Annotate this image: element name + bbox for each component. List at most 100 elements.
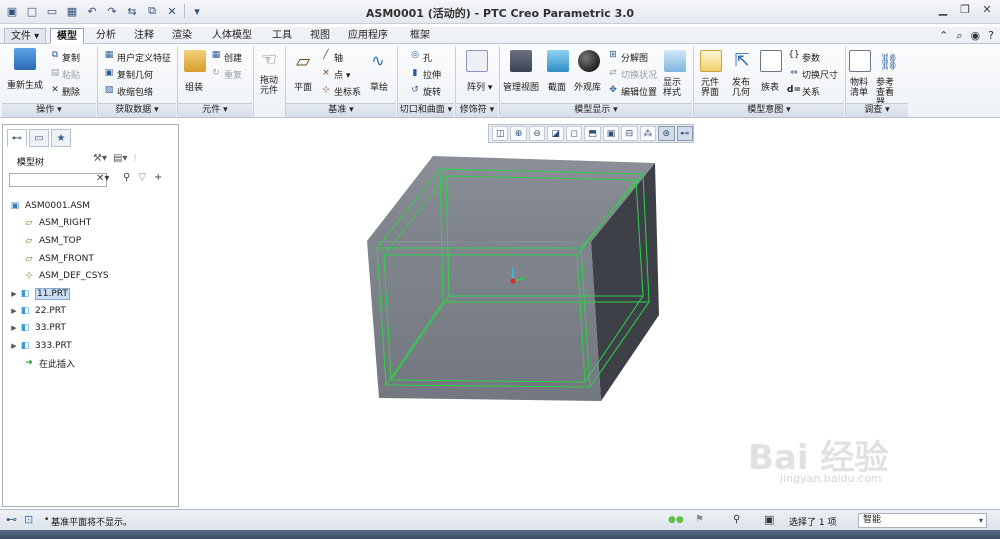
parameters-button[interactable]: 参数 (802, 51, 820, 64)
regenerate-icon[interactable] (14, 48, 36, 70)
tree-item-33-prt[interactable]: ▶ ◧ 33.PRT (9, 321, 66, 335)
group-model-intent[interactable]: 模型意图 ▾ (694, 103, 844, 117)
datum-display-icon[interactable]: ⁂ (639, 126, 657, 141)
tab-view[interactable]: 视图 (304, 28, 336, 44)
collapse-ribbon-icon[interactable]: ⌃ (939, 29, 948, 43)
group-datum[interactable]: 基准 ▾ (286, 103, 396, 117)
group-component[interactable]: 元件 ▾ (178, 103, 252, 117)
axis-button[interactable]: 轴 (334, 51, 343, 64)
selection-filter-select[interactable]: 智能 ▾ (858, 513, 987, 528)
tab-annotate[interactable]: 注释 (128, 28, 160, 44)
extrude-button[interactable]: 拉伸 (423, 68, 441, 81)
publish-geometry-icon[interactable]: ⇱ (731, 48, 753, 72)
component-interface-button[interactable]: 元件界面 (701, 78, 723, 98)
refit-icon[interactable]: ◫ (492, 126, 509, 141)
toggle-browser-icon[interactable]: ⊡ (24, 513, 33, 526)
tree-item-asm-def-csys[interactable]: ⊹ ASM_DEF_CSYS (23, 269, 108, 283)
component-interface-icon[interactable] (700, 50, 722, 72)
switch-dimensions-button[interactable]: 切换尺寸 (802, 68, 838, 81)
hole-button[interactable]: 孔 (423, 51, 432, 64)
tree-item-22-prt[interactable]: ▶ ◧ 22.PRT (9, 304, 66, 318)
plane-button[interactable]: 平面 (294, 80, 312, 93)
drag-components-button[interactable]: 拖动元件 (260, 76, 282, 96)
bom-button[interactable]: 物料清单 (850, 78, 872, 98)
family-table-icon[interactable] (760, 50, 782, 72)
plane-icon[interactable]: ▱ (292, 51, 314, 72)
group-operations[interactable]: 操作 ▾ (2, 103, 96, 117)
bom-icon[interactable] (849, 50, 871, 72)
group-get-data[interactable]: 获取数据 ▾ (98, 103, 176, 117)
perspective-icon[interactable]: ⊟ (621, 126, 638, 141)
sketch-button[interactable]: 草绘 (370, 80, 388, 93)
tab-file[interactable]: 文件 ▾ (4, 28, 47, 44)
copy-geometry-button[interactable]: 复制几何 (117, 68, 153, 81)
tab-framework[interactable]: 框架 (404, 28, 436, 44)
show-icon[interactable]: ▤▾ (113, 153, 127, 164)
group-modifiers[interactable]: 修饰符 ▾ (456, 103, 498, 117)
minimize-icon[interactable]: ▁ (936, 3, 950, 16)
group-cut-surface[interactable]: 切口和曲面 ▾ (398, 103, 454, 117)
tab-model[interactable]: 模型 (50, 28, 84, 44)
appearance-gallery-button[interactable]: 外观库 (574, 80, 601, 93)
csys-button[interactable]: 坐标系 (334, 85, 361, 98)
sketch-icon[interactable]: ∿ (367, 50, 389, 70)
repeat-button[interactable]: 重复 (224, 68, 242, 81)
copy-button[interactable]: 复制 (62, 51, 80, 64)
find-binoculars-icon[interactable]: ⚲ (123, 172, 130, 183)
expand-arrow-icon[interactable]: ▶ (9, 342, 19, 350)
close-icon[interactable]: ✕ (980, 3, 994, 16)
selected-items-icon[interactable]: ▣ (764, 513, 774, 526)
drag-components-icon[interactable]: ☜ (258, 48, 280, 70)
udf-button[interactable]: 用户定义特征 (117, 51, 171, 64)
paste-button[interactable]: 粘贴 (62, 68, 80, 81)
zoom-in-icon[interactable]: ⊕ (510, 126, 527, 141)
tree-settings-icon[interactable]: ⚒▾ (93, 153, 107, 164)
annotation-display-icon[interactable]: ⊷ (676, 126, 693, 141)
tree-item-asm-top[interactable]: ▱ ASM_TOP (23, 234, 82, 248)
manage-views-button[interactable]: 管理视图 (503, 80, 539, 93)
section-button[interactable]: 截面 (548, 80, 566, 93)
display-style-icon[interactable]: ◻ (565, 126, 583, 141)
view-manager-icon[interactable]: ▣ (602, 126, 620, 141)
favorites-tab-icon[interactable]: ★ (51, 129, 71, 147)
model-tree-tab-icon[interactable]: ⊷ (7, 129, 27, 147)
restore-icon[interactable]: ❐ (958, 3, 972, 16)
repaint-icon[interactable]: ◪ (547, 126, 564, 141)
appearance-gallery-icon[interactable] (578, 50, 600, 72)
publish-geometry-button[interactable]: 发布几何 (732, 78, 754, 98)
tree-filter-icon[interactable]: ⁝ (133, 153, 136, 164)
manage-views-icon[interactable] (510, 50, 532, 72)
revolve-button[interactable]: 旋转 (423, 85, 441, 98)
relations-button[interactable]: 关系 (802, 85, 820, 98)
tree-item-asm0001[interactable]: ▣ ASM0001.ASM (9, 199, 90, 213)
regen-status-icon[interactable]: ●● (668, 515, 684, 525)
find-icon[interactable]: ⚲ (733, 514, 740, 525)
tree-item-asm-front[interactable]: ▱ ASM_FRONT (23, 252, 94, 266)
toggle-navigator-icon[interactable]: ⊷ (6, 513, 17, 526)
add-column-icon[interactable]: + (154, 172, 162, 183)
expand-arrow-icon[interactable]: ▶ (9, 307, 19, 315)
toggle-state-button[interactable]: 切换状况 (621, 68, 657, 81)
tree-item-333-prt[interactable]: ▶ ◧ 333.PRT (9, 339, 71, 353)
create-button[interactable]: 创建 (224, 51, 242, 64)
community-icon[interactable]: ◉ (971, 29, 981, 43)
model-tree-search-input[interactable] (9, 173, 107, 187)
help-icon[interactable]: ? (988, 29, 994, 43)
display-style-icon[interactable] (664, 50, 686, 72)
filter-funnel-icon[interactable]: ▽ (138, 172, 146, 183)
pattern-button[interactable]: 阵列 ▾ (467, 80, 492, 93)
tree-item-11-prt[interactable]: ▶ ◧ 11.PRT (9, 287, 70, 301)
flag-icon[interactable]: ⚑ (695, 514, 704, 525)
pattern-icon[interactable] (466, 50, 488, 72)
tab-analysis[interactable]: 分析 (90, 28, 122, 44)
clear-search-icon[interactable]: ✕▾ (96, 173, 109, 184)
tree-item-asm-right[interactable]: ▱ ASM_RIGHT (23, 216, 92, 230)
zoom-out-icon[interactable]: ⊖ (528, 126, 546, 141)
regenerate-button[interactable]: 重新生成 (7, 78, 43, 91)
family-table-button[interactable]: 族表 (761, 80, 779, 93)
reference-viewer-icon[interactable]: ⛓ (878, 50, 900, 72)
shrinkwrap-button[interactable]: 收缩包络 (117, 85, 153, 98)
saved-orientations-icon[interactable]: ⬒ (584, 126, 601, 141)
folder-browser-tab-icon[interactable]: ▭ (29, 129, 49, 147)
edit-position-button[interactable]: 编辑位置 (621, 85, 657, 98)
